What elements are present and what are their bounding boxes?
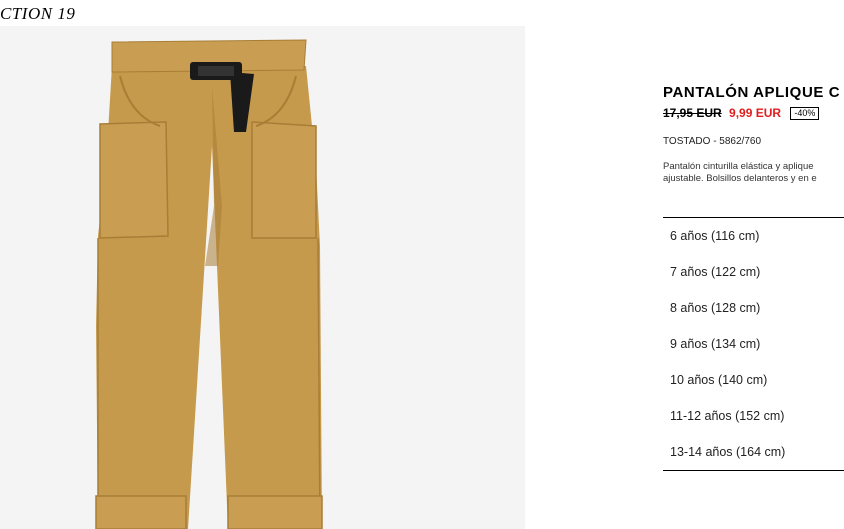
product-title: PANTALÓN APLIQUE C <box>663 84 841 101</box>
collection-label: CTION 19 <box>0 4 76 23</box>
old-price: 17,95 EUR <box>663 106 722 120</box>
size-option-13-14[interactable]: 13-14 años (164 cm) <box>663 434 844 470</box>
description-line: Pantalón cinturilla elástica y aplique <box>663 161 814 172</box>
size-list: 6 años (116 cm) 7 años (122 cm) 8 años (… <box>663 217 844 471</box>
color-reference: TOSTADO - 5862/760 <box>663 136 762 147</box>
size-option-9[interactable]: 9 años (134 cm) <box>663 326 844 362</box>
size-option-10[interactable]: 10 años (140 cm) <box>663 362 844 398</box>
pants-illustration <box>95 39 323 529</box>
description-line: ajustable. Bolsillos delanteros y en e <box>663 173 817 184</box>
product-description: Pantalón cinturilla elástica y aplique a… <box>663 161 817 185</box>
product-image[interactable] <box>0 26 525 529</box>
size-option-7[interactable]: 7 años (122 cm) <box>663 254 844 290</box>
size-option-8[interactable]: 8 años (128 cm) <box>663 290 844 326</box>
sale-price: 9,99 EUR <box>729 106 782 120</box>
size-option-6[interactable]: 6 años (116 cm) <box>663 218 844 254</box>
product-info: PANTALÓN APLIQUE C 17,95 EUR 9,99 EUR -4… <box>663 0 844 529</box>
size-option-11-12[interactable]: 11-12 años (152 cm) <box>663 398 844 434</box>
price-row: 17,95 EUR 9,99 EUR -40% <box>663 106 820 120</box>
discount-badge: -40% <box>790 107 820 120</box>
